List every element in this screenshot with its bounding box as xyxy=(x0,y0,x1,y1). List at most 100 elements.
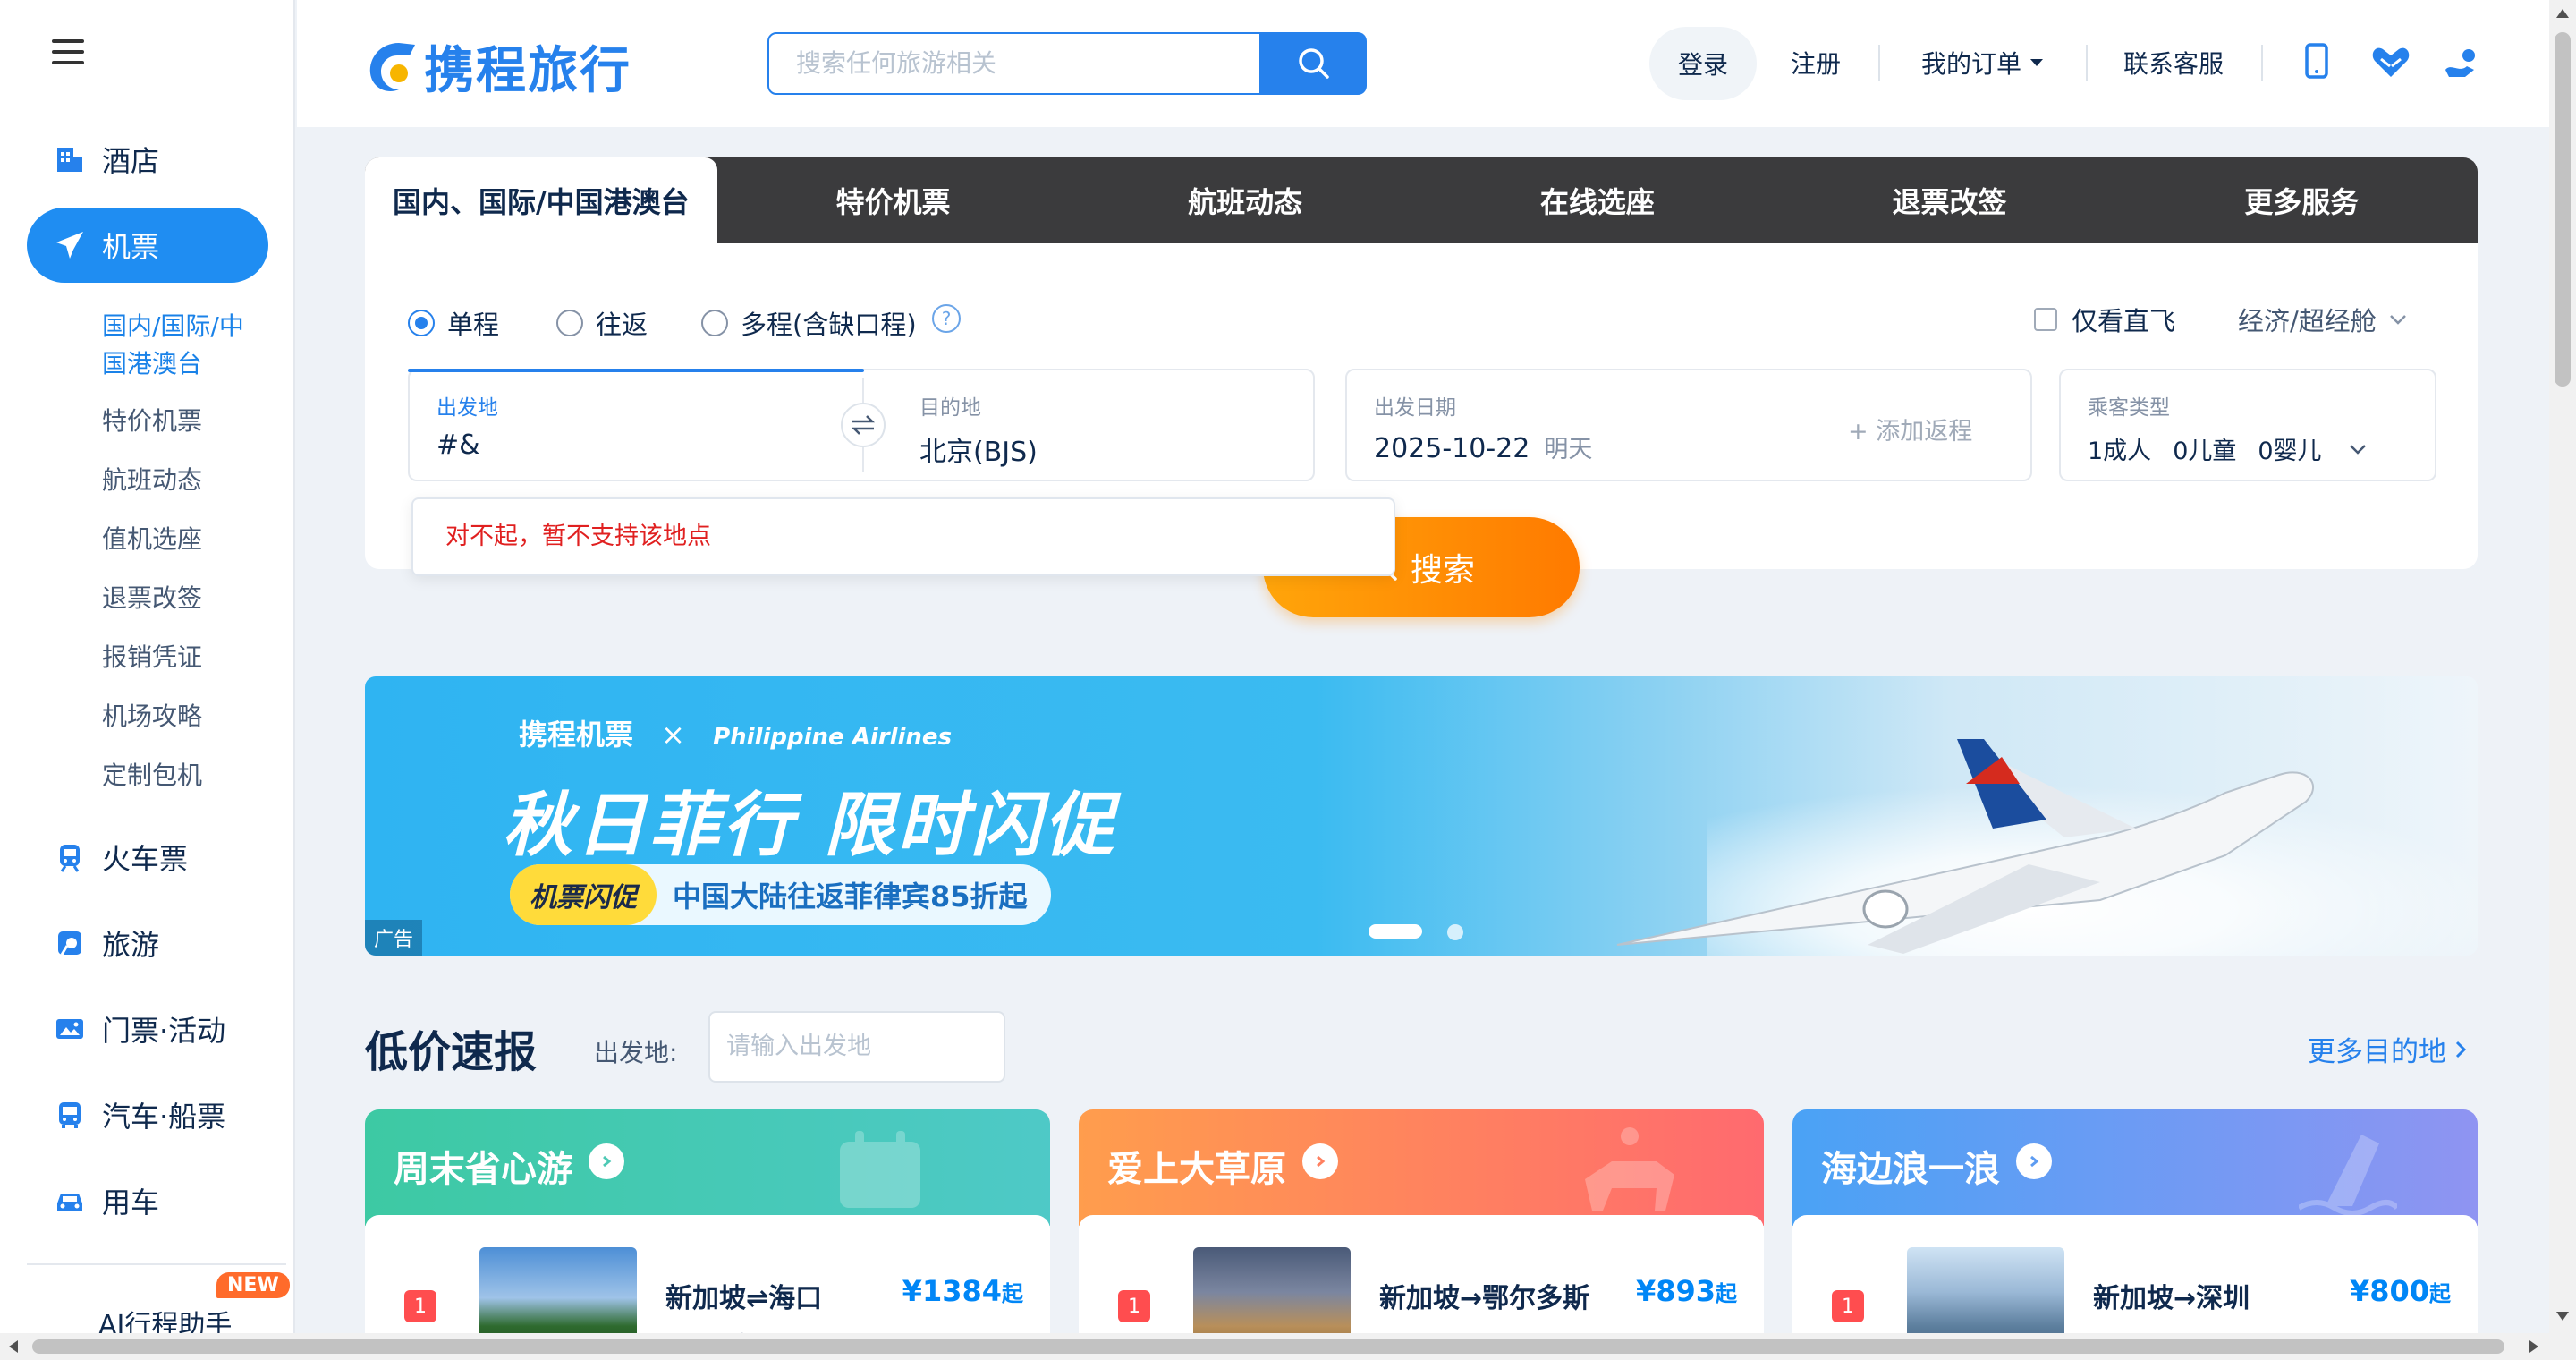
sidebar-item-label: 火车票 xyxy=(102,842,189,876)
sidebar-sub-refund[interactable]: 退票改签 xyxy=(102,580,202,617)
sidebar-item-label: 旅游 xyxy=(102,928,160,962)
sidebar-sub-airport[interactable]: 机场攻略 xyxy=(102,698,202,735)
chevron-down-icon xyxy=(2389,315,2406,325)
chevron-down-icon xyxy=(2349,444,2366,455)
top-header: 携程旅行 搜索任何旅游相关 登录 注册 我的订单 联系客服 xyxy=(297,0,2549,127)
sidebar-item-tickets[interactable]: 门票·活动 xyxy=(27,991,268,1067)
sidebar-item-hotel[interactable]: 酒店 xyxy=(27,122,268,197)
one-way-radio[interactable]: 单程 xyxy=(408,304,499,342)
deal-card-grassland[interactable]: 爱上大草原 1 新加坡→鄂尔多斯 2025-10-28 周二 ¥893起 xyxy=(1079,1109,1764,1360)
promo-banner[interactable]: 携程机票 × Philippine Airlines 秋日菲行 限时闪促 机票闪… xyxy=(365,676,2478,956)
bus-icon xyxy=(52,1097,88,1133)
round-trip-radio[interactable]: 往返 xyxy=(556,304,648,342)
global-search-input[interactable]: 搜索任何旅游相关 xyxy=(767,32,1261,95)
header-divider xyxy=(2261,45,2263,81)
carousel-dot[interactable] xyxy=(1447,924,1463,940)
direct-only-checkbox[interactable]: 仅看直飞 xyxy=(2034,301,2175,338)
radio-icon xyxy=(701,310,728,336)
carousel-dot-active[interactable] xyxy=(1368,924,1422,939)
tab-more-services[interactable]: 更多服务 xyxy=(2125,157,2478,243)
sidebar-sub-checkin[interactable]: 值机选座 xyxy=(102,521,202,558)
route-price: ¥893起 xyxy=(1635,1274,1737,1308)
rank-badge: 1 xyxy=(404,1290,436,1322)
scroll-left-arrow-icon[interactable] xyxy=(9,1340,18,1353)
arrival-field[interactable]: 目的地 北京(BJS) xyxy=(893,370,1313,480)
route-text: 新加坡→深圳 xyxy=(2093,1283,2250,1314)
calendar-icon xyxy=(840,1131,920,1208)
user-service-icon[interactable] xyxy=(2444,47,2479,82)
deal-card-seaside[interactable]: 海边浪一浪 1 新加坡→深圳 2025-11-23 周日 ¥800起 xyxy=(1792,1109,2478,1360)
radio-selected-icon xyxy=(408,310,435,336)
tab-special-fares[interactable]: 特价机票 xyxy=(717,157,1070,243)
left-sidebar: 酒店 机票 国内/国际/中 国港澳台 特价机票 航班动态 值机选座 退票改签 报… xyxy=(0,0,295,1360)
menu-icon[interactable] xyxy=(52,39,84,66)
search-icon xyxy=(1299,48,1329,79)
radio-icon xyxy=(556,310,583,336)
ctrip-logo[interactable]: 携程旅行 xyxy=(363,30,631,103)
hotel-icon xyxy=(52,141,88,177)
sidebar-item-label: 用车 xyxy=(102,1186,160,1220)
arrow-right-icon xyxy=(1302,1143,1338,1179)
deal-card-header: 海边浪一浪 xyxy=(1792,1109,2478,1226)
horizontal-scrollbar-thumb[interactable] xyxy=(32,1339,2504,1354)
sidebar-sub-special[interactable]: 特价机票 xyxy=(102,403,202,440)
sidebar-item-label: 汽车·船票 xyxy=(102,1100,226,1134)
sidebar-sub-charter[interactable]: 定制包机 xyxy=(102,757,202,795)
departure-filter-label: 出发地: xyxy=(594,1038,678,1067)
car-icon xyxy=(52,1183,88,1219)
chevron-right-icon xyxy=(2455,1041,2467,1058)
vertical-scrollbar-thumb[interactable] xyxy=(2555,32,2571,387)
scroll-down-arrow-icon[interactable] xyxy=(2556,1312,2569,1321)
tab-seat-selection[interactable]: 在线选座 xyxy=(1421,157,1774,243)
sidebar-item-train[interactable]: 火车票 xyxy=(27,820,268,895)
new-badge: NEW xyxy=(216,1272,290,1298)
tab-domestic-international[interactable]: 国内、国际/中国港澳台 xyxy=(365,157,717,243)
route-text: 新加坡→鄂尔多斯 xyxy=(1379,1283,1590,1314)
heart-hands-icon[interactable] xyxy=(2370,45,2411,82)
deal-card-weekend[interactable]: 周末省心游 1 新加坡⇌海口 11-07 去 11-08 回 ¥1384起 xyxy=(365,1109,1050,1360)
arrow-right-icon xyxy=(2016,1143,2052,1179)
departure-field[interactable]: 出发地 #& xyxy=(410,370,866,480)
customer-service-link[interactable]: 联系客服 xyxy=(2123,45,2224,81)
sidebar-item-car[interactable]: 用车 xyxy=(27,1163,268,1238)
multi-city-radio[interactable]: 多程(含缺口程) xyxy=(701,304,917,342)
sidebar-item-bus[interactable]: 汽车·船票 xyxy=(27,1077,268,1152)
register-link[interactable]: 注册 xyxy=(1791,45,1841,81)
tab-flight-status[interactable]: 航班动态 xyxy=(1069,157,1421,243)
sidebar-item-label: 酒店 xyxy=(102,144,160,178)
swap-cities-button[interactable] xyxy=(841,403,886,447)
logo-text: 携程旅行 xyxy=(424,42,631,100)
surfing-icon xyxy=(2299,1135,2397,1215)
sidebar-sub-domestic[interactable]: 国内/国际/中 国港澳台 xyxy=(102,308,244,383)
add-return-button[interactable]: + 添加返程 xyxy=(1848,412,1972,446)
rank-badge: 1 xyxy=(1118,1290,1150,1322)
ticket-icon xyxy=(52,1011,88,1047)
sidebar-sub-status[interactable]: 航班动态 xyxy=(102,462,202,499)
route-box: 出发地 #& 目的地 北京(BJS) xyxy=(408,369,1315,481)
my-orders-dropdown[interactable]: 我的订单 xyxy=(1921,45,2044,81)
passenger-type-field[interactable]: 乘客类型 1成人 0儿童 0婴儿 xyxy=(2059,369,2436,481)
tab-refund-change[interactable]: 退票改签 xyxy=(1774,157,2126,243)
train-icon xyxy=(52,839,88,875)
departure-date-field[interactable]: 出发日期 2025-10-22 明天 + 添加返程 xyxy=(1345,369,2032,481)
cabin-class-dropdown[interactable]: 经济/超经舱 xyxy=(2238,301,2409,338)
scroll-right-arrow-icon[interactable] xyxy=(2529,1340,2538,1353)
sidebar-sub-receipt[interactable]: 报销凭证 xyxy=(102,639,202,676)
route-price: ¥1384起 xyxy=(902,1274,1023,1308)
more-destinations-link[interactable]: 更多目的地 xyxy=(2308,1029,2470,1069)
help-icon[interactable]: ? xyxy=(932,304,961,333)
departure-filter-input[interactable]: 请输入出发地 xyxy=(708,1011,1005,1083)
route-price: ¥800起 xyxy=(2349,1274,2451,1308)
sidebar-item-flight[interactable]: 机票 xyxy=(27,208,268,283)
scroll-up-arrow-icon[interactable] xyxy=(2556,9,2569,18)
checkbox-icon xyxy=(2034,308,2057,331)
login-button[interactable]: 登录 xyxy=(1649,27,1757,100)
arrow-right-icon xyxy=(589,1143,624,1179)
flight-tabs: 国内、国际/中国港澳台 特价机票 航班动态 在线选座 退票改签 更多服务 xyxy=(365,157,2478,243)
mobile-app-icon[interactable] xyxy=(2304,43,2329,82)
header-divider xyxy=(2086,45,2088,81)
sidebar-item-travel[interactable]: 旅游 xyxy=(27,905,268,981)
dolphin-logo-icon xyxy=(369,42,415,91)
global-search-button[interactable] xyxy=(1261,32,1367,95)
sidebar-divider xyxy=(27,1263,286,1265)
